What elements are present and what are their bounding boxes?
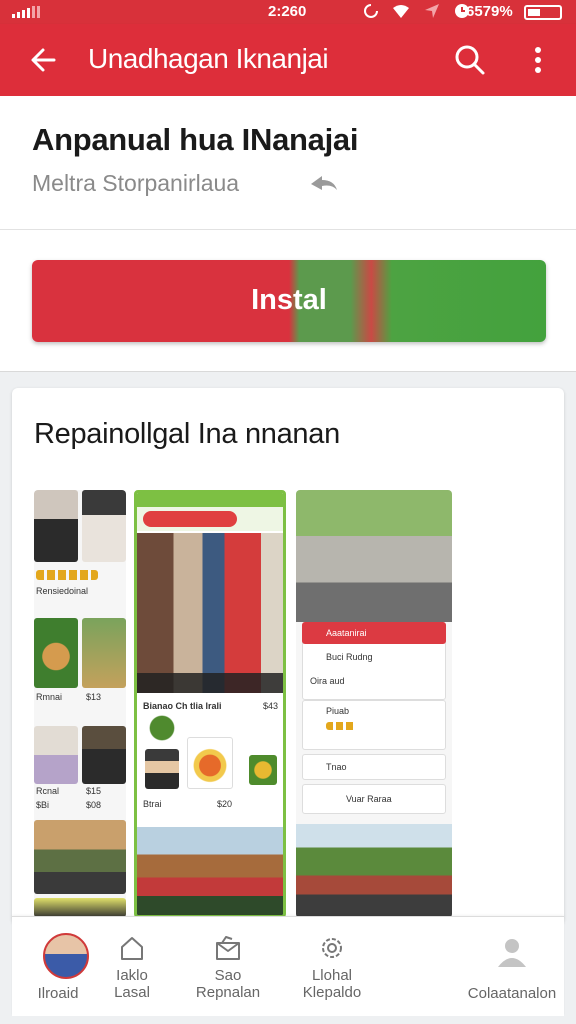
nav-label: Ilroaid [37,985,79,1002]
red-pill [143,511,237,527]
fruit-card [187,737,233,789]
shot-text: $08 [86,800,102,810]
rating-stars [36,570,98,580]
app-name: Anpanual hua INanajai [32,122,359,157]
order-card-header [302,622,446,644]
shot-text: $15 [86,786,102,796]
shot-text: $20 [217,799,233,809]
location-icon [425,4,439,18]
battery-icon [524,5,562,20]
shot-text: Tnao [326,762,347,772]
nav-label: Iaklo Lasal [114,967,150,1001]
shot-text: $43 [263,701,279,711]
nav-label: Sao Repnalan [195,967,261,1001]
photo-thumb [82,726,126,784]
list-card [302,754,446,780]
app-bar-title: Unadhagan Iknanjai [88,43,329,74]
shot-text: Vuar Raraa [346,794,392,804]
list-card [302,700,446,750]
photo-thumb [34,618,78,688]
person-icon [498,939,526,967]
screenshot-1[interactable]: Rensiedoinal Rmnai $13 Rcnal $15 $Bi $08 [34,490,126,918]
nav-label: Colaatanalon [467,985,557,1002]
back-arrow-icon[interactable] [24,40,64,80]
photo-thumb [34,898,126,918]
plant-thumb [249,755,277,785]
avatar [43,933,89,979]
developer-name[interactable]: Meltra Storpanirlaua [32,170,239,197]
screenshot-3[interactable]: Aaatanirai Buci Rudng Oira aud Piuab Tna… [296,490,452,918]
bottom-nav: Ilroaid Iaklo Lasal Sao Repnalan Llohal … [12,916,564,1016]
shot-text: Btrai [143,799,162,809]
install-button[interactable]: Instal [32,260,546,342]
status-bar: 2:260 6579% [0,0,576,24]
home-icon [121,937,143,960]
nav-item-profile[interactable]: Ilroaid [20,917,96,1017]
app-bar: Unadhagan Iknanjai [0,24,576,96]
screenshots-section: Repainollgal Ina nnanan Rensiedoinal Rmn… [12,388,564,924]
person-icon-thumb [145,749,179,789]
shot-text: Aaatanirai [326,628,367,638]
install-button-label: Instal [251,284,327,316]
app-header: Anpanual hua INanajai Meltra Storpanirla… [0,96,576,372]
screenshot-2[interactable]: Bianao Ch tlia lrali $43 Btrai $20 [134,490,286,918]
crowd-photo [137,827,283,915]
status-icons [364,3,470,19]
shot-text: Rmnai [36,692,63,702]
more-vert-icon[interactable] [524,42,552,78]
nav-label: Llohal Klepaldo [302,967,362,1001]
avatar-strip [137,673,283,693]
photo-thumb [34,490,78,562]
photo-thumb [34,726,78,784]
sync-icon [364,4,378,18]
inbox-icon [216,936,240,960]
shot-text: $13 [86,692,102,702]
shot-text: Piuab [326,706,350,716]
signal-icon [12,6,40,18]
gear-icon [322,938,342,958]
nav-item-inbox[interactable]: Sao Repnalan [184,917,272,1017]
nav-item-home[interactable]: Iaklo Lasal [94,917,170,1017]
shot-text: Rensiedoinal [36,586,89,596]
screenshots-title: Repainollgal Ina nnanan [34,418,340,450]
battery-percent: 6579% [466,3,513,20]
village-photo [296,824,452,918]
search-icon[interactable] [452,42,488,78]
shot-text: Oira aud [310,676,345,686]
app-header-strip [137,493,283,507]
shot-text: Bianao Ch tlia lrali [143,701,222,711]
shot-text: $Bi [36,800,50,810]
rating-stars [326,722,356,730]
photo-thumb [34,820,126,894]
wifi-icon [393,5,409,18]
shot-text: Buci Rudng [326,652,373,662]
shot-text: Rcnal [36,786,60,796]
status-time: 2:260 [268,3,307,20]
food-icon [145,715,179,741]
street-photo [296,490,452,622]
nav-item-account[interactable]: Colaatanalon [464,917,560,1017]
share-icon[interactable] [308,170,340,196]
divider [0,229,576,230]
photo-thumb [82,490,126,562]
nav-item-settings[interactable]: Llohal Klepaldo [288,917,376,1017]
group-photo [137,533,283,693]
photo-thumb [82,618,126,688]
